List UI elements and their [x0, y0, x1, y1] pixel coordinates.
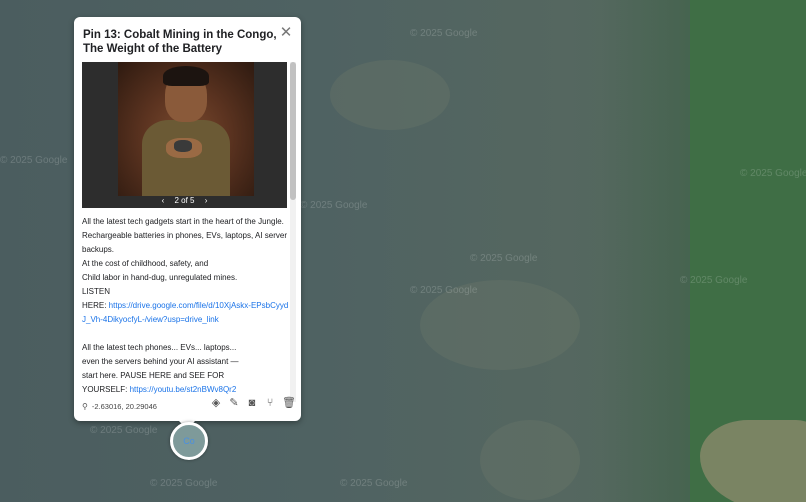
- popup-footer: ⚲ -2.63016, 20.29046 ◈ ✎ ◙ ⑂ 🗑: [82, 396, 296, 414]
- pin-photo[interactable]: [118, 62, 254, 196]
- description-text: HERE:: [82, 301, 109, 310]
- chevron-left-icon[interactable]: ‹: [162, 196, 165, 205]
- description-text: All the latest tech gadgets start in the…: [82, 217, 288, 254]
- marker-label: Co: [183, 436, 195, 446]
- terrain-patch: [480, 420, 580, 500]
- pin-info-popup: Pin 13: Cobalt Mining in the Congo, The …: [74, 17, 301, 429]
- photo-carousel[interactable]: ‹ 2 of 5 ›: [82, 62, 287, 208]
- photo-pager: ‹ 2 of 5 ›: [82, 196, 287, 205]
- scrollbar-thumb[interactable]: [290, 62, 296, 200]
- description-text: even the servers behind your AI assistan…: [82, 357, 239, 366]
- map-watermark: © 2025 Google: [90, 425, 158, 436]
- map-watermark: © 2025 Google: [0, 155, 68, 166]
- popup-content[interactable]: ‹ 2 of 5 › All the latest tech gadgets s…: [82, 62, 289, 402]
- location-pin-icon: ⚲: [82, 402, 88, 411]
- trash-icon[interactable]: 🗑: [282, 396, 296, 410]
- popup-scrollbar[interactable]: [290, 62, 296, 402]
- directions-icon[interactable]: ⑂: [264, 396, 276, 410]
- photo-pager-label: 2 of 5: [174, 196, 195, 205]
- description-text: LISTEN: [82, 287, 111, 296]
- map-watermark: © 2025 Google: [410, 28, 478, 39]
- description-text: start here. PAUSE HERE and SEE FOR: [82, 371, 225, 380]
- description-text: Child labor in hand-dug, unregulated min…: [82, 273, 238, 282]
- description-text: At the cost of childhood, safety, and: [82, 259, 209, 268]
- popup-toolbar: ◈ ✎ ◙ ⑂ 🗑: [210, 396, 296, 410]
- map-watermark: © 2025 Google: [680, 275, 748, 286]
- close-icon[interactable]: ✕: [279, 25, 293, 40]
- description-text: All the latest tech phones... EVs... lap…: [82, 343, 237, 352]
- chevron-right-icon[interactable]: ›: [205, 196, 208, 205]
- youtube-link[interactable]: https://youtu.be/st2nBWv8Qr2: [130, 385, 237, 394]
- coordinates: ⚲ -2.63016, 20.29046: [82, 402, 157, 411]
- terrain-clearing: [700, 420, 806, 502]
- map-watermark: © 2025 Google: [300, 200, 368, 211]
- map-pin-marker[interactable]: Co: [170, 422, 208, 460]
- drive-link[interactable]: https://drive.google.com/file/d/10XjAskx…: [82, 301, 288, 324]
- map-watermark: © 2025 Google: [340, 478, 408, 489]
- coordinates-text: -2.63016, 20.29046: [91, 402, 157, 411]
- map-watermark: © 2025 Google: [740, 168, 806, 179]
- description-text: YOURSELF:: [82, 385, 130, 394]
- map-watermark: © 2025 Google: [150, 478, 218, 489]
- terrain-patch: [330, 60, 450, 130]
- paint-bucket-icon[interactable]: ◈: [210, 396, 222, 410]
- map-watermark: © 2025 Google: [410, 285, 478, 296]
- popup-title: Pin 13: Cobalt Mining in the Congo, The …: [83, 29, 277, 55]
- pencil-icon[interactable]: ✎: [228, 396, 240, 410]
- pin-description: All the latest tech gadgets start in the…: [82, 215, 289, 397]
- camera-icon[interactable]: ◙: [246, 396, 258, 410]
- map-watermark: © 2025 Google: [470, 253, 538, 264]
- forest-edge: [600, 0, 695, 502]
